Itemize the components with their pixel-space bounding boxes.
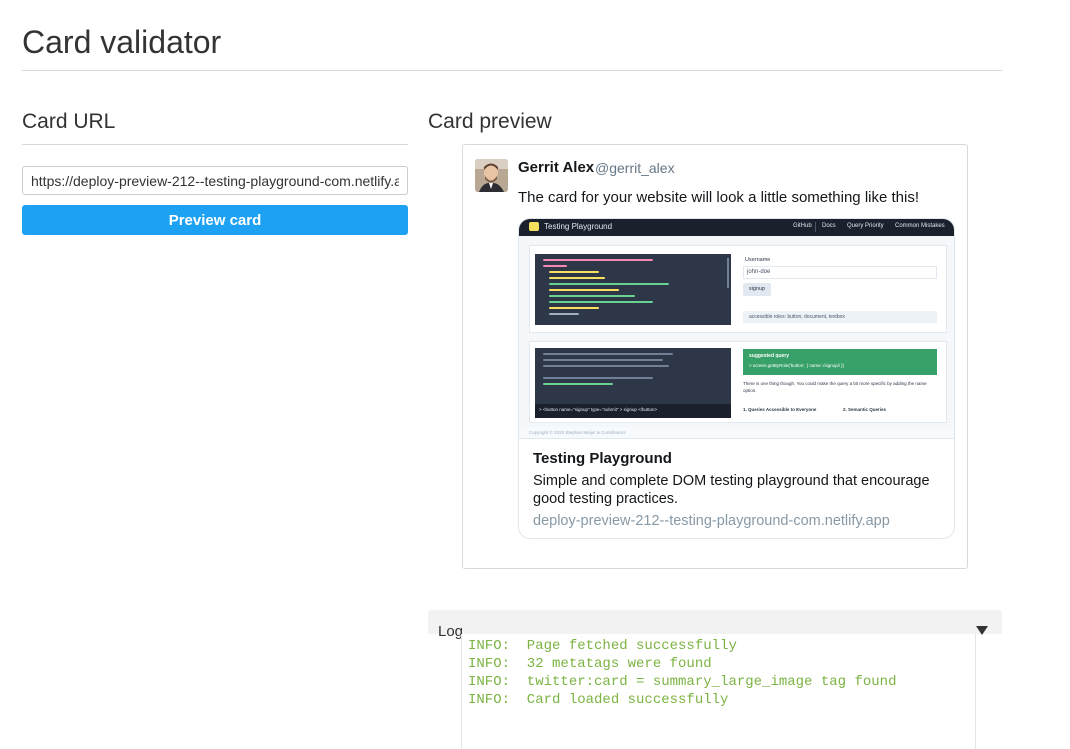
site-hint-text: There is one thing though. You could mak… (743, 381, 927, 393)
site-suggested-heading: suggested query (749, 353, 790, 359)
author-handle[interactable]: @gerrit_alex (595, 160, 675, 176)
card-image: Testing Playground GitHub Docs Query Pri… (519, 219, 954, 439)
site-tab: 2. Semantic Queries (843, 407, 887, 412)
site-nav-link: Query Priority (847, 223, 884, 229)
site-copyright: Copyright © 2020 Stephan Meijer & Contri… (529, 430, 626, 435)
author-name[interactable]: Gerrit Alex (518, 159, 594, 176)
site-nav-link: Docs (822, 223, 836, 229)
site-nav-divider (815, 222, 816, 232)
site-query-result: > <button name="signup" type="submit" > … (539, 407, 658, 412)
site-nav-link: GitHub (793, 223, 812, 229)
preview-card-button[interactable]: Preview card (22, 205, 408, 235)
site-logo-icon (529, 222, 539, 231)
log-line: INFO: Page fetched successfully (468, 638, 737, 654)
title-divider (22, 70, 1002, 71)
card-preview-heading: Card preview (428, 110, 552, 133)
card-title: Testing Playground (533, 450, 672, 467)
log-line: INFO: twitter:card = summary_large_image… (468, 674, 897, 690)
page-title: Card validator (22, 24, 222, 60)
site-code-editor (535, 254, 731, 325)
card-url-heading: Card URL (22, 110, 116, 133)
site-field-label: Username (745, 257, 771, 263)
card-domain: deploy-preview-212--testing-playground-c… (533, 513, 890, 529)
summary-card[interactable]: Testing Playground GitHub Docs Query Pri… (518, 218, 955, 539)
site-nav-link: Common Mistakes (895, 223, 945, 229)
log-label: Log (438, 623, 464, 640)
site-navbar: Testing Playground GitHub Docs Query Pri… (519, 219, 954, 236)
log-line: INFO: 32 metatags were found (468, 656, 712, 672)
tweet-text: The card for your website will look a li… (518, 189, 920, 206)
card-url-input[interactable] (22, 166, 408, 195)
log-output: INFO: Page fetched successfully INFO: 32… (461, 634, 976, 749)
site-brand: Testing Playground (544, 222, 613, 231)
log-line: INFO: Card loaded successfully (468, 692, 729, 708)
card-url-divider (22, 144, 408, 145)
card-description: Simple and complete DOM testing playgrou… (533, 473, 930, 507)
site-signup-button: signup (743, 283, 771, 296)
site-username-field: john-doe (743, 266, 937, 279)
site-footer: Copyright © 2020 Stephan Meijer & Contri… (519, 427, 954, 438)
site-suggested-query: suggested query > screen.getByRole('butt… (743, 349, 937, 375)
tweet-preview: Gerrit Alex @gerrit_alex The card for yo… (462, 144, 968, 569)
avatar (475, 159, 508, 192)
chevron-down-icon[interactable] (976, 624, 988, 636)
site-accessible-roles: accessible roles: button, document, text… (743, 311, 937, 323)
site-tab: 1. Queries Accessible to Everyone (743, 407, 817, 412)
site-suggested-code: > screen.getByRole('button', { name: /si… (749, 363, 845, 368)
log-header[interactable] (428, 610, 1002, 634)
